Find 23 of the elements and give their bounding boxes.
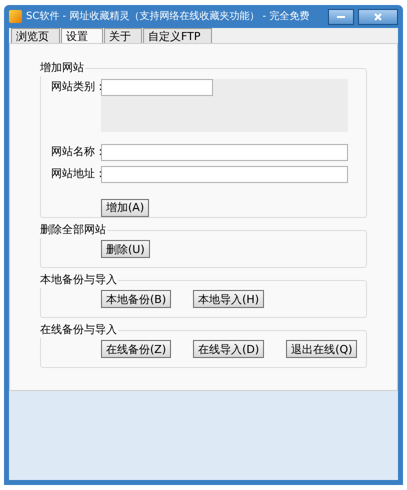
action-button[interactable]: 在线导入(D) bbox=[193, 340, 264, 358]
close-icon bbox=[374, 12, 382, 20]
group-title: 在线备份与导入 bbox=[39, 322, 118, 338]
input-field[interactable] bbox=[101, 166, 348, 183]
window-title: SC软件 - 网址收藏精灵（支持网络在线收藏夹功能） - 完全免费 bbox=[26, 10, 310, 24]
group-title: 本地备份与导入 bbox=[39, 272, 118, 288]
input-field[interactable] bbox=[101, 144, 348, 161]
action-button[interactable]: 删除(U) bbox=[101, 240, 150, 258]
group-title: 删除全部网站 bbox=[39, 222, 107, 238]
tab[interactable]: 关于 bbox=[104, 28, 142, 43]
minimize-button[interactable] bbox=[328, 8, 354, 24]
app-icon bbox=[9, 10, 22, 23]
action-button[interactable]: 在线备份(Z) bbox=[101, 340, 172, 358]
tab[interactable]: 浏览页 bbox=[11, 28, 60, 43]
action-button[interactable]: 增加(A) bbox=[101, 198, 150, 216]
group-title: 增加网站 bbox=[39, 60, 85, 76]
action-button[interactable]: 本地导入(H) bbox=[193, 290, 264, 308]
close-button[interactable] bbox=[358, 8, 398, 24]
tab[interactable]: 设置 bbox=[61, 28, 103, 43]
action-button[interactable]: 退出在线(Q) bbox=[286, 340, 358, 358]
input-field[interactable] bbox=[101, 79, 213, 96]
action-button[interactable]: 本地备份(B) bbox=[101, 290, 172, 308]
tab[interactable]: 自定义FTP bbox=[143, 28, 212, 43]
